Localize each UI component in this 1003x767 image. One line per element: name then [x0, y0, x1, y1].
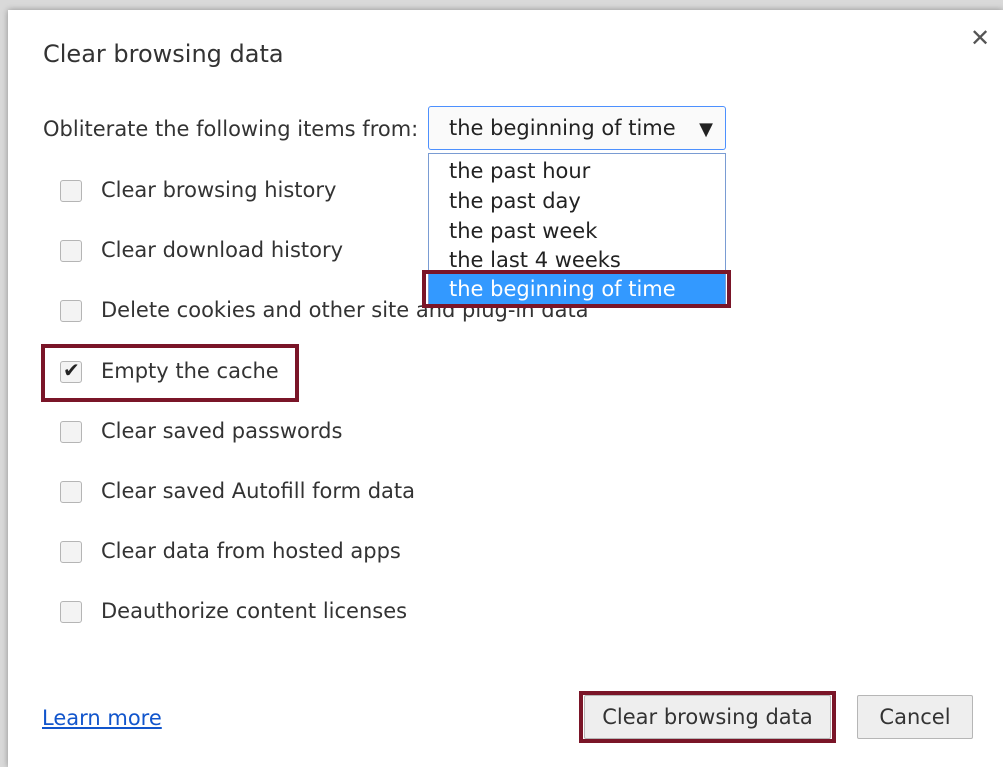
cancel-button[interactable]: Cancel [857, 695, 973, 739]
checkbox-label: Clear download history [101, 238, 344, 262]
time-range-selected-value: the beginning of time [449, 116, 676, 140]
time-range-label: Obliterate the following items from: [43, 117, 419, 141]
checkbox[interactable] [60, 481, 82, 503]
clear-browsing-data-dialog: Clear browsing data ✕ Obliterate the fol… [8, 10, 1003, 767]
checkbox-label: Clear browsing history [101, 178, 337, 202]
checkbox[interactable] [60, 541, 82, 563]
checkbox[interactable] [60, 601, 82, 623]
highlight-box-option [422, 270, 731, 308]
checkbox[interactable] [60, 300, 82, 322]
checkbox-label: Clear saved Autofill form data [101, 479, 416, 503]
checkbox-label: Deauthorize content licenses [101, 599, 408, 623]
dropdown-option[interactable]: the past day [429, 186, 725, 216]
dialog-title: Clear browsing data [43, 40, 284, 68]
checkbox[interactable] [60, 180, 82, 202]
chevron-down-icon: ▼ [699, 119, 713, 140]
dropdown-option[interactable]: the past week [429, 216, 725, 246]
time-range-select[interactable]: the beginning of time ▼ [428, 106, 726, 150]
close-icon[interactable]: ✕ [970, 24, 990, 52]
checkbox[interactable] [60, 421, 82, 443]
highlight-box-button [579, 691, 836, 743]
checkbox[interactable] [60, 240, 82, 262]
checkbox-label: Clear saved passwords [101, 419, 343, 443]
dropdown-option[interactable]: the past hour [429, 156, 725, 186]
highlight-box-cache [41, 344, 299, 402]
checkbox-label: Clear data from hosted apps [101, 539, 401, 563]
learn-more-link[interactable]: Learn more [42, 706, 162, 730]
